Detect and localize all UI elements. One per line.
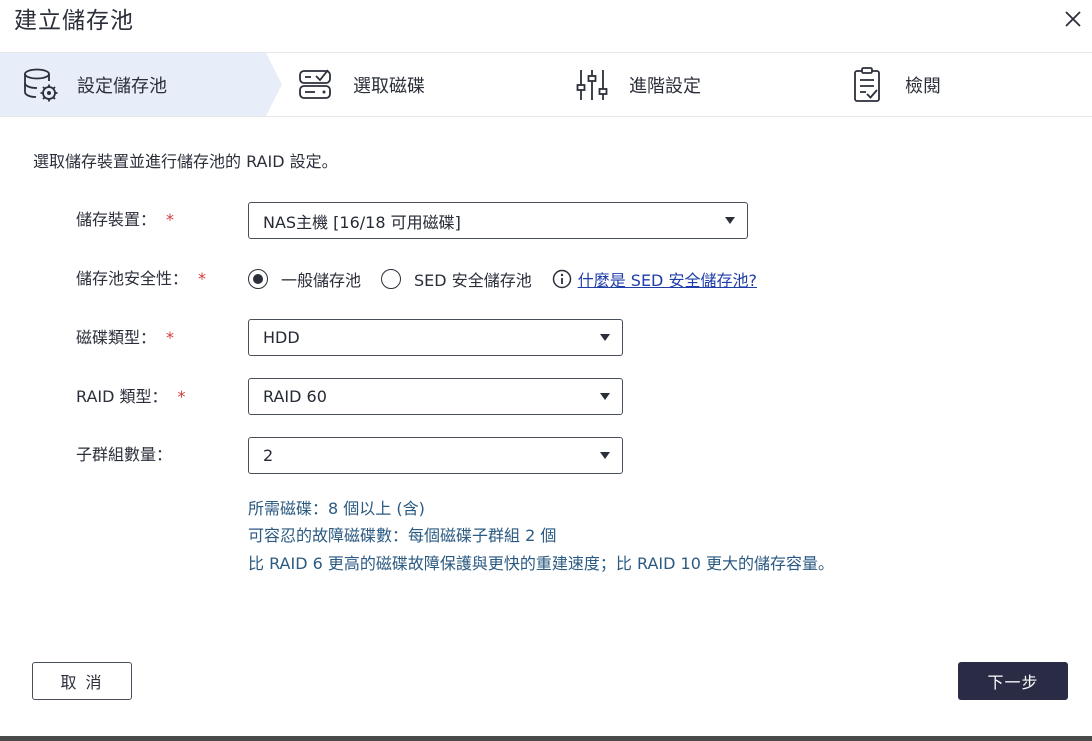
disk-select-icon	[298, 68, 334, 102]
checklist-icon	[852, 66, 884, 103]
subgroup-count-value: 2	[263, 446, 274, 465]
subgroup-count-select[interactable]: 2	[248, 437, 623, 474]
radio-selected-dot	[253, 274, 263, 284]
raid-description-info: 比 RAID 6 更高的磁碟故障保護與更快的重建速度；比 RAID 10 更大的…	[248, 554, 834, 573]
caret-down-icon	[600, 334, 610, 341]
required-marker: *	[166, 328, 175, 347]
close-icon[interactable]	[1063, 9, 1083, 29]
pool-security-label: 儲存池安全性： *	[76, 269, 207, 288]
bottom-edge-strip	[0, 736, 1092, 741]
radio-standard-pool[interactable]	[248, 269, 268, 289]
sed-help-link[interactable]: 什麼是 SED 安全儲存池?	[578, 267, 757, 291]
caret-down-icon	[600, 452, 610, 459]
storage-device-select[interactable]: NAS主機 [16/18 可用磁碟]	[248, 202, 748, 239]
radio-standard-pool-label[interactable]: 一般儲存池	[281, 267, 361, 291]
radio-sed-pool-label[interactable]: SED 安全儲存池	[414, 267, 532, 291]
required-marker: *	[198, 269, 207, 288]
raid-type-value: RAID 60	[263, 387, 327, 406]
storage-device-value: NAS主機 [16/18 可用磁碟]	[263, 212, 461, 232]
step-label: 選取磁碟	[353, 75, 425, 97]
radio-sed-pool[interactable]	[381, 269, 402, 289]
dialog-title: 建立儲存池	[14, 8, 134, 34]
fault-tolerance-info: 可容忍的故障磁碟數：每個磁碟子群組 2 個	[248, 526, 557, 545]
caret-down-icon	[725, 217, 735, 224]
disk-type-select[interactable]: HDD	[248, 319, 623, 356]
raid-type-select[interactable]: RAID 60	[248, 378, 623, 415]
wizard-stepbar: 設定儲存池 選取磁碟 進階設定 檢閱	[0, 52, 1092, 117]
intro-text: 選取儲存裝置並進行儲存池的 RAID 設定。	[33, 152, 338, 171]
subgroup-count-label: 子群組數量：	[76, 445, 173, 464]
disk-type-label: 磁碟類型： *	[76, 328, 175, 347]
step-review: 檢閱	[852, 53, 941, 116]
create-storage-pool-dialog: 建立儲存池 設定儲存池 選取磁碟 進階設定 檢閱 選取儲存裝置並進行儲存池的 R…	[0, 0, 1092, 741]
close-button[interactable]	[1060, 6, 1086, 32]
sliders-icon	[576, 68, 608, 102]
disk-type-value: HDD	[263, 328, 300, 347]
storage-device-label: 儲存裝置： *	[76, 210, 175, 229]
step-configure-pool: 設定儲存池	[22, 53, 167, 116]
required-disks-info: 所需磁碟：8 個以上 (含)	[248, 499, 425, 518]
step-label: 檢閱	[905, 75, 941, 97]
storage-gear-icon	[22, 67, 60, 103]
required-marker: *	[166, 210, 175, 229]
info-icon	[552, 269, 572, 289]
next-button[interactable]: 下一步	[958, 662, 1068, 700]
raid-type-label: RAID 類型： *	[76, 387, 186, 406]
cancel-button[interactable]: 取 消	[32, 662, 132, 700]
step-label: 設定儲存池	[77, 75, 167, 97]
step-advanced-settings: 進階設定	[576, 53, 701, 116]
pool-security-options: 一般儲存池 SED 安全儲存池 什麼是 SED 安全儲存池?	[248, 267, 757, 291]
caret-down-icon	[600, 393, 610, 400]
step-select-disks: 選取磁碟	[298, 53, 425, 116]
required-marker: *	[177, 387, 186, 406]
step-label: 進階設定	[629, 75, 701, 97]
